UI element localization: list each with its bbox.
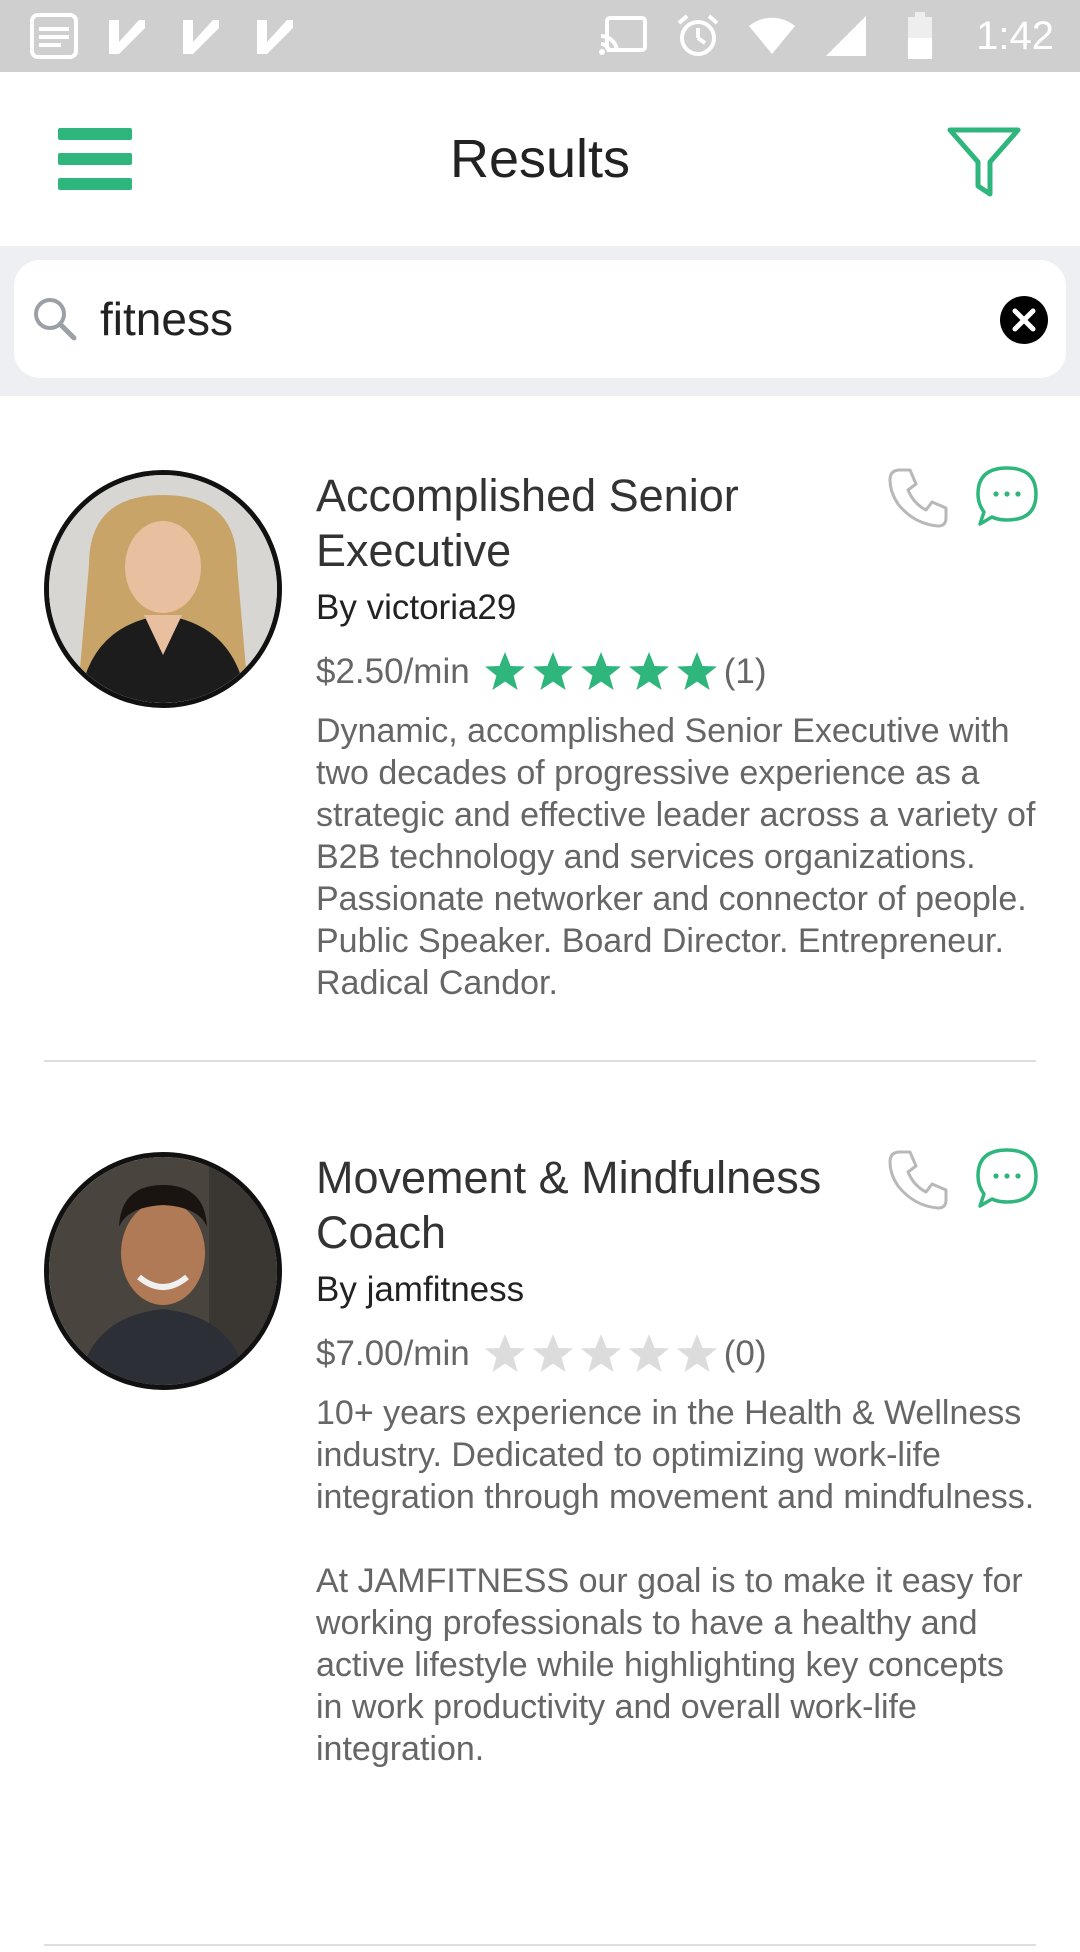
alarm-icon — [672, 12, 724, 60]
divider — [44, 1944, 1036, 1946]
search-icon — [32, 296, 78, 342]
rating-stars — [482, 649, 722, 695]
check-icon — [102, 12, 154, 60]
result-description: Dynamic, accomplished Senior Executive w… — [316, 712, 1036, 1002]
star-filled-icon — [484, 652, 525, 690]
cast-icon — [598, 12, 650, 60]
call-button[interactable] — [886, 464, 952, 530]
star-empty-icon — [676, 1334, 717, 1372]
hamburger-line — [58, 178, 132, 190]
signal-icon — [820, 12, 872, 60]
rating-count: (0) — [723, 1334, 767, 1373]
star-filled-icon — [580, 652, 621, 690]
status-time: 1:42 — [976, 13, 1054, 58]
filter-button[interactable] — [946, 124, 1022, 200]
result-card[interactable]: Movement & Mindfulness Coach By jamfitne… — [0, 1082, 1080, 1952]
star-empty-icon — [484, 1334, 525, 1372]
price-rating-row: $7.00/min (0) — [316, 1330, 1036, 1378]
notification-icon — [28, 12, 80, 60]
star-filled-icon — [532, 652, 573, 690]
results-list: Accomplished Senior Executive By victori… — [0, 396, 1080, 1952]
chat-button[interactable] — [974, 464, 1040, 530]
app-header: Results — [0, 72, 1080, 246]
search-zone — [0, 246, 1080, 396]
check-icon — [176, 12, 228, 60]
phone-icon — [888, 468, 948, 528]
status-left-icons — [28, 12, 302, 60]
divider — [44, 1060, 1036, 1062]
check-icon — [250, 12, 302, 60]
result-owner[interactable]: By victoria29 — [316, 586, 1036, 630]
hamburger-line — [58, 128, 132, 140]
phone-icon — [888, 1150, 948, 1210]
call-button[interactable] — [886, 1146, 952, 1212]
price: $2.50/min — [316, 652, 470, 691]
menu-button[interactable] — [58, 128, 132, 190]
star-empty-icon — [628, 1334, 669, 1372]
result-card[interactable]: Accomplished Senior Executive By victori… — [0, 396, 1080, 1082]
rating-count: (1) — [723, 652, 767, 691]
price: $7.00/min — [316, 1334, 470, 1373]
result-owner[interactable]: By jamfitness — [316, 1268, 1036, 1312]
clear-search-button[interactable] — [1000, 296, 1048, 344]
close-icon — [1000, 296, 1048, 344]
rating-stars — [482, 1331, 722, 1377]
filter-icon — [947, 127, 1021, 197]
avatar — [44, 470, 282, 708]
star-filled-icon — [676, 652, 717, 690]
result-title[interactable]: Movement & Mindfulness Coach — [316, 1150, 876, 1260]
star-empty-icon — [532, 1334, 573, 1372]
chat-bubble-icon — [976, 1148, 1038, 1208]
result-description: 10+ years experience in the Health & Wel… — [316, 1394, 1035, 1768]
price-rating-row: $2.50/min (1) — [316, 648, 1036, 696]
status-bar: 1:42 — [0, 0, 1080, 72]
wifi-icon — [746, 12, 798, 60]
search-input[interactable] — [100, 280, 980, 358]
avatar — [44, 1152, 282, 1390]
status-right-icons: 1:42 — [598, 12, 1054, 60]
hamburger-line — [58, 153, 132, 165]
battery-icon — [894, 12, 946, 60]
result-title[interactable]: Accomplished Senior Executive — [316, 468, 876, 578]
star-filled-icon — [628, 652, 669, 690]
search-box — [14, 260, 1066, 378]
chat-bubble-icon — [976, 466, 1038, 526]
chat-button[interactable] — [974, 1146, 1040, 1212]
star-empty-icon — [580, 1334, 621, 1372]
page-title: Results — [449, 129, 631, 189]
